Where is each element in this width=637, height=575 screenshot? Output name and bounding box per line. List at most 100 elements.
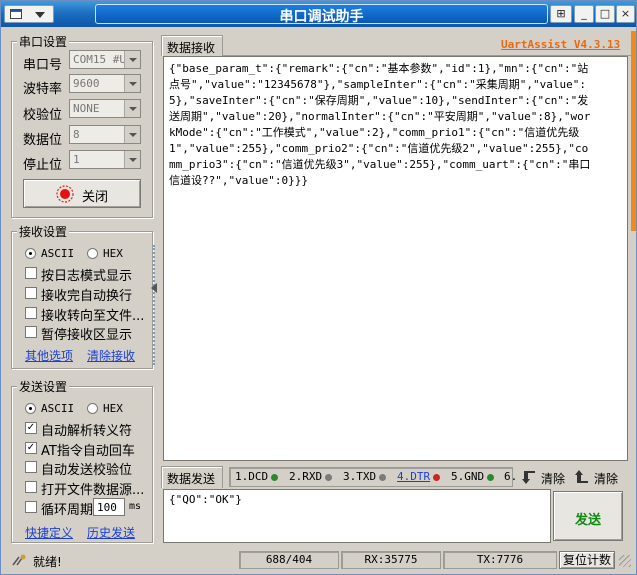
tab-receive-label: 数据接收 (167, 41, 216, 55)
chevron-down-icon[interactable] (124, 75, 140, 92)
signal-txd: 3.TXD (343, 470, 387, 483)
maximize-button[interactable]: □ (595, 5, 615, 23)
system-menu-button[interactable] (4, 5, 54, 23)
send-button[interactable]: 发送 (553, 491, 623, 541)
side-scroll-indicator (631, 31, 636, 231)
signal-gnd: 5.GND (451, 470, 495, 483)
port-status-icon (56, 185, 74, 203)
loop-period-input[interactable]: 100 (93, 498, 125, 516)
parity-value: NONE (73, 102, 100, 115)
auto-checksum-checkbox[interactable] (25, 461, 37, 473)
stopbits-select[interactable]: 1 (69, 150, 141, 169)
window-title: 串口调试助手 (279, 9, 364, 25)
signal-dcd: 1.DCD (235, 470, 279, 483)
clear-send-alt-label: 清除 (594, 472, 619, 486)
chevron-down-icon[interactable] (124, 51, 140, 68)
signal-dtr-label: 4.DTR (397, 470, 431, 483)
signal-rxd-led-icon (325, 473, 333, 481)
status-ready: 就绪! (33, 555, 62, 569)
stopbits-value: 1 (73, 153, 80, 166)
clear-send-alt-button[interactable]: 清除 (574, 468, 624, 486)
file-source-label: 打开文件数据源... (41, 483, 145, 498)
app-version-link[interactable]: UartAssist V4.3.13 (501, 38, 620, 51)
minimize-button[interactable]: _ (574, 5, 594, 23)
shortcut-link[interactable]: 快捷定义 (25, 524, 73, 541)
signal-rxd-label: 2.RXD (289, 470, 323, 483)
receive-text: {"base_param_t":{"remark":{"cn":"基本参数","… (169, 62, 591, 187)
signal-gnd-label: 5.GND (451, 470, 485, 483)
clear-arrow-down-icon (522, 471, 535, 484)
parity-select[interactable]: NONE (69, 99, 141, 118)
clear-send-label: 清除 (541, 472, 566, 486)
recv-hex-radio[interactable] (87, 248, 98, 259)
databits-value: 8 (73, 128, 80, 141)
send-hex-label: HEX (103, 402, 123, 415)
signal-6: 6. (504, 470, 518, 483)
recv-to-file-checkbox[interactable] (25, 307, 37, 319)
serial-settings-title: 串口设置 (17, 33, 70, 50)
stopbits-label: 停止位 (23, 158, 63, 173)
auto-newline-checkbox[interactable] (25, 287, 37, 299)
main-window: 串口调试助手 ⊞ _ □ × 串口设置 串口号 COM15 #US 波特率 96… (0, 0, 637, 575)
clear-send-button[interactable]: 清除 (521, 468, 571, 486)
chevron-down-icon[interactable] (124, 151, 140, 168)
resize-grip-icon[interactable] (619, 555, 631, 567)
baud-label: 波特率 (23, 82, 63, 97)
tab-send[interactable]: 数据发送 (161, 466, 223, 488)
window-icon (10, 9, 22, 19)
pin-button[interactable]: ⊞ (550, 5, 572, 23)
signal-txd-led-icon (379, 473, 387, 481)
send-text-area[interactable]: {"QO":"OK"} (163, 489, 551, 543)
recv-ascii-radio[interactable] (25, 248, 36, 259)
auto-newline-label: 接收完自动换行 (41, 289, 133, 304)
file-source-checkbox[interactable] (25, 481, 37, 493)
status-bar: 就绪! 688/404 RX:35775 TX:7776 复位计数 (3, 549, 634, 571)
loop-label: 循环周期 (41, 503, 94, 518)
databits-label: 数据位 (23, 133, 63, 148)
parse-escape-checkbox[interactable]: ✓ (25, 422, 37, 434)
recv-to-file-label: 接收转向至文件... (41, 309, 145, 324)
chevron-down-icon[interactable] (124, 126, 140, 143)
recv-ascii-label: ASCII (41, 247, 75, 260)
close-port-label: 关闭 (82, 190, 109, 205)
databits-select[interactable]: 8 (69, 125, 141, 144)
baud-select[interactable]: 9600 (69, 74, 141, 93)
at-cr-checkbox[interactable]: ✓ (25, 442, 37, 454)
at-cr-label: AT指令自动回车 (41, 444, 135, 459)
log-mode-label: 按日志模式显示 (41, 269, 133, 284)
close-window-button[interactable]: × (616, 5, 635, 23)
parse-escape-label: 自动解析转义符 (41, 424, 133, 439)
signal-dcd-label: 1.DCD (235, 470, 269, 483)
auto-checksum-label: 自动发送校验位 (41, 463, 133, 478)
loop-checkbox[interactable] (25, 501, 37, 513)
clear-arrow-up-icon (575, 470, 588, 483)
send-ascii-radio[interactable] (25, 403, 36, 414)
send-button-label: 发送 (574, 513, 601, 528)
history-link[interactable]: 历史发送 (87, 524, 135, 541)
title-bar[interactable]: 串口调试助手 ⊞ _ □ × (1, 1, 636, 27)
receive-settings-title: 接收设置 (17, 223, 70, 240)
close-port-button[interactable]: 关闭 (23, 179, 141, 208)
signal-dtr-led-icon (433, 473, 441, 481)
reset-count-button[interactable]: 复位计数 (559, 551, 615, 569)
status-rx: RX:35775 (341, 551, 441, 569)
clear-receive-link[interactable]: 清除接收 (87, 347, 135, 364)
more-options-link[interactable]: 其他选项 (25, 347, 73, 364)
loop-unit: ms (129, 501, 142, 512)
receive-text-area[interactable]: {"base_param_t":{"remark":{"cn":"基本参数","… (163, 56, 628, 461)
tab-receive[interactable]: 数据接收 (161, 35, 223, 56)
chevron-left-icon[interactable] (151, 283, 157, 293)
send-hex-radio[interactable] (87, 403, 98, 414)
signal-rxd: 2.RXD (289, 470, 333, 483)
port-label: 串口号 (23, 58, 63, 73)
send-ascii-label: ASCII (41, 402, 75, 415)
panel-splitter[interactable] (153, 245, 159, 365)
signal-dtr[interactable]: 4.DTR (397, 470, 441, 483)
port-select[interactable]: COM15 #US (69, 50, 141, 69)
send-settings-title: 发送设置 (17, 378, 70, 395)
parity-label: 校验位 (23, 108, 63, 123)
chevron-down-icon[interactable] (124, 100, 140, 117)
log-mode-checkbox[interactable] (25, 267, 37, 279)
signal-gnd-led-icon (487, 473, 495, 481)
pause-display-checkbox[interactable] (25, 326, 37, 338)
